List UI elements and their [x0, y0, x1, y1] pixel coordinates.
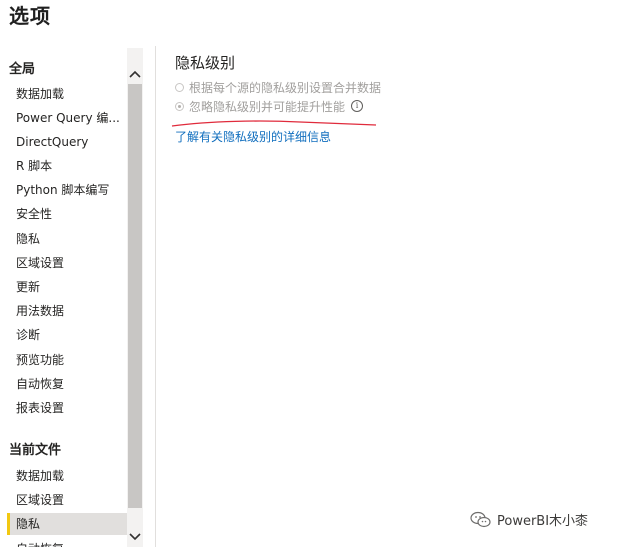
sidebar-item-regional-settings[interactable]: 区域设置: [7, 252, 127, 274]
section-heading-global: 全局: [9, 62, 36, 77]
scroll-thumb[interactable]: [128, 84, 142, 508]
sidebar-item-current-regional-settings[interactable]: 区域设置: [7, 489, 127, 511]
radio-button-ignore-privacy[interactable]: [175, 101, 184, 111]
privacy-level-heading: 隐私级别: [175, 54, 236, 72]
sidebar-item-current-auto-recovery[interactable]: 自动恢复: [7, 538, 127, 547]
section-heading-current-file: 当前文件: [9, 443, 62, 458]
watermark: PowerBI木小桼: [470, 510, 588, 529]
scroll-down-button[interactable]: [127, 527, 143, 547]
radio-label-ignore-privacy: 忽略隐私级别并可能提升性能: [189, 99, 346, 114]
sidebar-item-data-load[interactable]: 数据加载: [7, 83, 127, 105]
sidebar-item-directquery[interactable]: DirectQuery: [7, 131, 127, 153]
sidebar-item-current-privacy[interactable]: 隐私: [7, 513, 127, 535]
sidebar-item-power-query-editor[interactable]: Power Query 编...: [7, 107, 127, 129]
sidebar-item-security[interactable]: 安全性: [7, 203, 127, 225]
sidebar-item-usage-data[interactable]: 用法数据: [7, 300, 127, 322]
sidebar-item-updates[interactable]: 更新: [7, 276, 127, 298]
dialog-title: 选项: [9, 4, 51, 28]
chevron-up-icon: [129, 70, 141, 78]
scroll-up-button[interactable]: [127, 64, 143, 84]
radio-option-combine-by-source[interactable]: 根据每个源的隐私级别设置合并数据: [175, 78, 381, 96]
chevron-down-icon: [129, 533, 141, 541]
watermark-text: PowerBI木小桼: [497, 514, 589, 529]
radio-option-ignore-privacy[interactable]: 忽略隐私级别并可能提升性能 i: [175, 97, 364, 115]
sidebar-item-python-script[interactable]: Python 脚本编写: [7, 179, 127, 201]
panel-divider: [155, 46, 156, 547]
sidebar-item-preview-features[interactable]: 预览功能: [7, 349, 127, 371]
options-sidebar: 全局 数据加载 Power Query 编... DirectQuery R 脚…: [0, 48, 127, 547]
learn-more-privacy-link[interactable]: 了解有关隐私级别的详细信息: [175, 128, 331, 145]
sidebar-item-privacy-global[interactable]: 隐私: [7, 228, 127, 250]
radio-label-combine-by-source: 根据每个源的隐私级别设置合并数据: [189, 80, 382, 95]
sidebar-item-diagnostics[interactable]: 诊断: [7, 324, 127, 346]
sidebar-scrollbar[interactable]: [127, 48, 143, 547]
sidebar-item-current-data-load[interactable]: 数据加载: [7, 465, 127, 487]
info-icon[interactable]: i: [351, 100, 364, 112]
radio-button-combine-by-source[interactable]: [175, 82, 184, 92]
sidebar-item-report-settings[interactable]: 报表设置: [7, 397, 127, 419]
sidebar-item-r-script[interactable]: R 脚本: [7, 155, 127, 177]
wechat-icon: [470, 511, 491, 527]
sidebar-item-auto-recovery[interactable]: 自动恢复: [7, 373, 127, 395]
